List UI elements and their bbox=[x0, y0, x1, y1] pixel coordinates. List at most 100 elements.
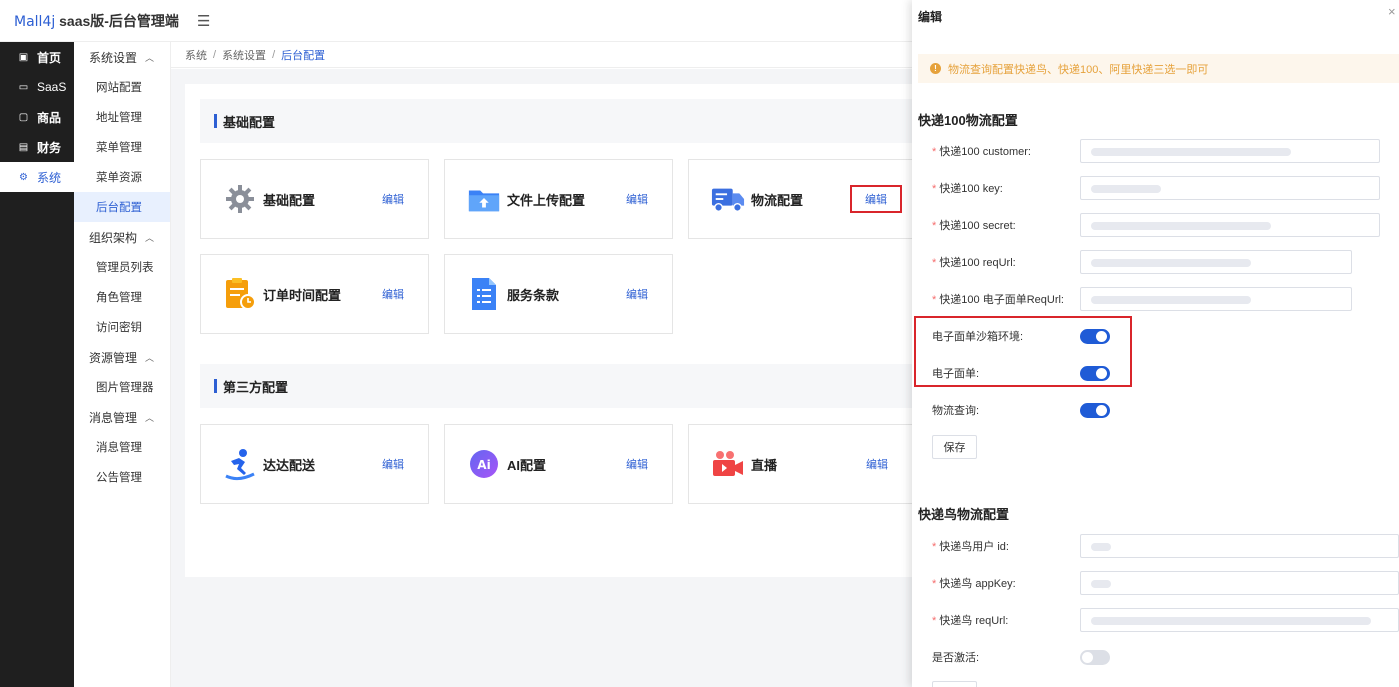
nav-sub-image-manager[interactable]: 图片管理器 bbox=[74, 372, 170, 402]
breadcrumb-item[interactable]: 系统 bbox=[185, 47, 207, 63]
form-row: * 快递100 secret: bbox=[932, 213, 1399, 237]
save-button[interactable]: 保存 bbox=[932, 435, 977, 459]
nav-group-messages[interactable]: 消息管理 ︿ bbox=[74, 402, 170, 432]
kdniao-appkey-input[interactable] bbox=[1079, 571, 1399, 595]
video-camera-icon bbox=[711, 447, 745, 481]
edit-button[interactable]: 编辑 bbox=[382, 286, 404, 302]
form-row: * 快递100 reqUrl: bbox=[932, 250, 1399, 274]
kuaidi100-waybill-requrl-input[interactable] bbox=[1080, 287, 1352, 311]
breadcrumb-current: 后台配置 bbox=[281, 49, 326, 62]
nav-group-system-settings[interactable]: 系统设置 ︿ bbox=[74, 42, 170, 72]
chevron-up-icon: ︿ bbox=[144, 352, 154, 363]
card-basic-config: 基础配置 编辑 bbox=[200, 159, 429, 239]
kdniao-user-id-input[interactable] bbox=[1079, 534, 1399, 558]
breadcrumb-item[interactable]: 系统设置 bbox=[222, 47, 266, 63]
card-title: 订单时间配置 bbox=[263, 287, 342, 303]
waybill-switch[interactable] bbox=[1080, 365, 1110, 381]
card-title: 物流配置 bbox=[751, 192, 804, 208]
activate-switch[interactable] bbox=[1080, 649, 1110, 665]
nav-group-organization[interactable]: 组织架构 ︿ bbox=[74, 222, 170, 252]
nav-sub-menu[interactable]: 菜单管理 bbox=[74, 132, 170, 162]
field-label: 快递100 reqUrl: bbox=[939, 257, 1016, 269]
kuaidi100-customer-input[interactable] bbox=[1080, 139, 1380, 163]
nav-sub-address[interactable]: 地址管理 bbox=[74, 102, 170, 132]
nav-sub-messages[interactable]: 消息管理 bbox=[74, 432, 170, 462]
card-title: 基础配置 bbox=[263, 192, 316, 208]
primary-sidebar: ▣ 首页 ▭ SaaS ▢ 商品 ▤ 财务 ⚙ 系统 bbox=[0, 42, 74, 687]
edit-button[interactable]: 编辑 bbox=[382, 191, 404, 207]
card-title: 服务条款 bbox=[507, 287, 560, 303]
close-icon[interactable]: × bbox=[1388, 4, 1396, 19]
nav-sub-admin-list[interactable]: 管理员列表 bbox=[74, 252, 170, 282]
form-row: * 快递100 key: bbox=[932, 176, 1399, 200]
card-terms-of-service: 服务条款 编辑 bbox=[444, 254, 673, 334]
edit-button[interactable]: 编辑 bbox=[850, 185, 902, 213]
nav-group-resources[interactable]: 资源管理 ︿ bbox=[74, 342, 170, 372]
edit-button[interactable]: 编辑 bbox=[626, 191, 648, 207]
card-title: AI配置 bbox=[507, 457, 547, 473]
section-title-kuaidi100: 快递100物流配置 bbox=[918, 113, 1018, 128]
menu-fold-icon[interactable]: ☰ bbox=[197, 12, 210, 30]
form-row: * 快递鸟 reqUrl: bbox=[932, 608, 1399, 632]
field-label: 是否激活: bbox=[932, 652, 980, 664]
logistics-query-switch[interactable] bbox=[1080, 402, 1110, 418]
field-label: 电子面单沙箱环境: bbox=[932, 331, 1024, 343]
secondary-sidebar: 系统设置 ︿ 网站配置 地址管理 菜单管理 菜单资源 后台配置 组织架构 ︿ 管理员… bbox=[74, 42, 171, 687]
card-logistics-config: 物流配置 编辑 bbox=[688, 159, 912, 239]
field-label: 快递鸟 appKey: bbox=[939, 578, 1016, 590]
nav-sub-menu-resource[interactable]: 菜单资源 bbox=[74, 162, 170, 192]
warning-icon: ! bbox=[930, 63, 941, 74]
brand-name: Mall4j bbox=[14, 13, 56, 30]
save-button-kdniao[interactable] bbox=[932, 681, 977, 687]
chevron-up-icon: ︿ bbox=[144, 52, 154, 63]
field-label: 快递100 key: bbox=[939, 183, 1003, 195]
kuaidi100-requrl-input[interactable] bbox=[1080, 250, 1352, 274]
nav-item-system[interactable]: ⚙ 系统 bbox=[0, 162, 74, 192]
kuaidi100-secret-input[interactable] bbox=[1080, 213, 1380, 237]
top-bar: Mall4j saas版-后台管理端 ☰ bbox=[0, 0, 912, 42]
nav-item-finance[interactable]: ▤ 财务 bbox=[0, 132, 74, 162]
section-title-basic: 基础配置 bbox=[200, 99, 912, 143]
edit-button[interactable]: 编辑 bbox=[382, 456, 404, 472]
app-title: saas版-后台管理端 bbox=[55, 12, 179, 29]
nav-sub-roles[interactable]: 角色管理 bbox=[74, 282, 170, 312]
nav-sub-announcements[interactable]: 公告管理 bbox=[74, 462, 170, 492]
card-file-upload-config: 文件上传配置 编辑 bbox=[444, 159, 673, 239]
edit-button[interactable]: 编辑 bbox=[866, 456, 888, 472]
wallet-icon: ▤ bbox=[18, 141, 29, 153]
card-order-time-config: 订单时间配置 编辑 bbox=[200, 254, 429, 334]
kuaidi100-key-input[interactable] bbox=[1080, 176, 1380, 200]
section-title-third-party: 第三方配置 bbox=[200, 364, 912, 408]
document-list-icon bbox=[467, 277, 501, 311]
nav-item-goods[interactable]: ▢ 商品 bbox=[0, 102, 74, 132]
form-row: * 快递鸟用户 id: bbox=[932, 534, 1399, 558]
ai-icon: Ai bbox=[467, 447, 501, 481]
card-dada-delivery: 达达配送 编辑 bbox=[200, 424, 429, 504]
folder-upload-icon bbox=[467, 182, 501, 216]
clipboard-clock-icon bbox=[223, 277, 257, 311]
nav-sub-access-keys[interactable]: 访问密钥 bbox=[74, 312, 170, 342]
nav-item-home[interactable]: ▣ 首页 bbox=[0, 42, 74, 72]
edit-button[interactable]: 编辑 bbox=[626, 456, 648, 472]
svg-text:Ai: Ai bbox=[477, 458, 490, 472]
drawer-title: 编辑 bbox=[918, 10, 943, 24]
edit-button[interactable]: 编辑 bbox=[626, 286, 648, 302]
home-icon: ▣ bbox=[18, 51, 29, 63]
waybill-sandbox-switch[interactable] bbox=[1080, 328, 1110, 344]
kdniao-requrl-input[interactable] bbox=[1079, 608, 1399, 632]
chevron-up-icon: ︿ bbox=[144, 412, 154, 423]
form-row: * 快递100 电子面单ReqUrl: bbox=[932, 287, 1399, 311]
form-row: 物流查询: bbox=[932, 398, 1399, 422]
chevron-up-icon: ︿ bbox=[144, 232, 154, 243]
breadcrumb: 系统 / 系统设置 / 后台配置 bbox=[171, 42, 912, 68]
nav-sub-backend-config[interactable]: 后台配置 bbox=[74, 192, 170, 222]
form-row: * 快递100 customer: bbox=[932, 139, 1399, 163]
field-label: 快递鸟用户 id: bbox=[939, 541, 1009, 553]
alert-text: 物流查询配置快递鸟、快递100、阿里快递三选一即可 bbox=[948, 63, 1209, 76]
form-row: 电子面单: bbox=[932, 361, 1399, 385]
truck-icon bbox=[711, 182, 745, 216]
nav-item-saas[interactable]: ▭ SaaS bbox=[0, 72, 74, 102]
field-label: 快递鸟 reqUrl: bbox=[939, 615, 1009, 627]
form-row: 电子面单沙箱环境: bbox=[932, 324, 1399, 348]
nav-sub-site-config[interactable]: 网站配置 bbox=[74, 72, 170, 102]
